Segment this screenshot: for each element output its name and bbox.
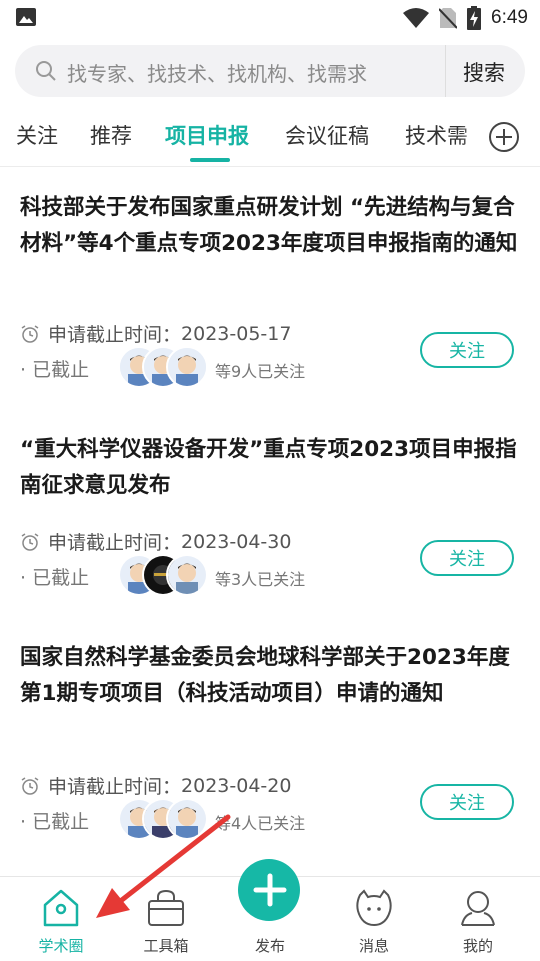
nav-publish[interactable]: 发布 [225,859,315,961]
nav-label: 发布 [254,937,285,955]
card-deadline: 申请截止时间： 2023-04-30 [20,528,291,555]
followers-count: 等4人已关注 [215,814,306,833]
active-tab-indicator [190,158,230,162]
home-icon [43,889,79,927]
nav-toolbox[interactable]: 工具箱 [121,877,211,961]
follow-button[interactable]: 关注 [420,784,514,820]
alarm-clock-icon [21,324,39,343]
avatar [166,346,208,388]
deadline-label: 申请截止时间： [48,532,182,554]
nav-profile[interactable]: 我的 [433,877,523,961]
tab-tech-demand[interactable]: 技术需 [405,120,468,150]
search-button[interactable]: 搜索 [463,57,505,87]
wifi-icon [403,8,430,28]
nav-messages[interactable]: 消息 [329,877,419,961]
plus-icon [253,873,287,907]
follow-button[interactable]: 关注 [420,540,514,576]
search-input[interactable]: 找专家、找技术、找机构、找需求 [67,58,367,87]
deadline-date: 2023-04-20 [181,774,292,797]
status-time: 6:49 [491,7,528,28]
status-text: · 已截止 [20,811,90,833]
profile-icon [461,891,495,926]
status-text: · 已截止 [20,567,90,589]
deadline-date: 2023-04-30 [181,530,292,553]
tabs-divider [0,166,540,167]
no-sim-icon [439,8,458,29]
search-bar[interactable]: 找专家、找技术、找机构、找需求 搜索 [15,45,525,97]
tab-bar: 关注 推荐 项目申报 会议征稿 技术需 [0,110,540,166]
card-deadline: 申请截止时间： 2023-05-17 [20,320,291,347]
card-title[interactable]: “重大科学仪器设备开发”重点专项2023项目申报指南征求意见发布 [20,432,520,504]
add-tab-icon[interactable] [487,120,521,154]
nav-academic-circle[interactable]: 学术圈 [16,877,106,961]
nav-label: 我的 [462,937,493,955]
tab-recommend[interactable]: 推荐 [90,120,132,150]
project-card[interactable]: 国家自然科学基金委员会地球科学部关于2023年度第1期专项项目（科技活动项目）申… [20,640,520,840]
tab-fade [460,110,490,166]
project-card[interactable]: “重大科学仪器设备开发”重点专项2023项目申报指南征求意见发布 申请截止时间：… [20,432,520,612]
avatar [166,554,208,596]
card-deadline: 申请截止时间： 2023-04-20 [20,772,291,799]
deadline-date: 2023-05-17 [181,322,292,345]
search-icon [36,61,56,81]
battery-charging-icon [467,6,482,30]
tab-following[interactable]: 关注 [16,120,58,150]
status-text: · 已截止 [20,359,90,381]
followers-count: 等3人已关注 [215,570,306,589]
message-icon [356,889,392,927]
toolbox-icon [148,889,184,926]
deadline-label: 申请截止时间： [48,324,182,346]
nav-label: 工具箱 [143,937,189,955]
image-notification-icon [16,8,36,26]
nav-label: 消息 [358,937,389,955]
deadline-label: 申请截止时间： [48,776,182,798]
status-bar: 6:49 [0,0,540,36]
followers-count: 等9人已关注 [215,362,306,381]
follow-button[interactable]: 关注 [420,332,514,368]
card-title[interactable]: 国家自然科学基金委员会地球科学部关于2023年度第1期专项项目（科技活动项目）申… [20,640,520,712]
alarm-clock-icon [21,776,39,795]
bottom-nav: 学术圈 工具箱 发布 消息 我的 [0,859,540,961]
project-card[interactable]: 科技部关于发布国家重点研发计划 “先进结构与复合材料”等4个重点专项2023年度… [20,190,520,400]
search-divider [445,45,446,97]
tab-conference-papers[interactable]: 会议征稿 [285,120,369,150]
card-title[interactable]: 科技部关于发布国家重点研发计划 “先进结构与复合材料”等4个重点专项2023年度… [20,190,520,262]
tab-project-application[interactable]: 项目申报 [165,120,249,150]
avatar [166,798,208,840]
alarm-clock-icon [21,532,39,551]
nav-label: 学术圈 [38,937,84,955]
